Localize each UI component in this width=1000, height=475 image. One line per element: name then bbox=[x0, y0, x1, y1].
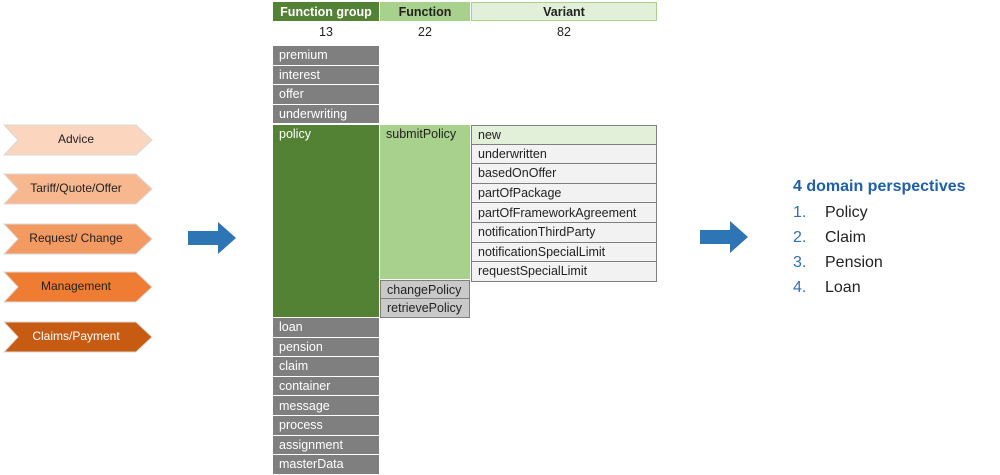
stage-label: Claims/Payment bbox=[32, 329, 120, 343]
perspective-label: Policy bbox=[825, 204, 868, 221]
perspective-number: 1. bbox=[793, 204, 807, 221]
function-group-label: policy bbox=[279, 127, 311, 141]
perspective-number: 3. bbox=[793, 254, 807, 271]
stage-label: Request/ Change bbox=[29, 231, 123, 245]
header-variant: Variant bbox=[471, 2, 657, 21]
perspective-item: 1. Policy bbox=[793, 200, 966, 225]
perspective-number: 2. bbox=[793, 229, 807, 246]
perspective-item: 3. Pension bbox=[793, 250, 966, 275]
function-label: submitPolicy bbox=[386, 127, 457, 141]
right-arrow-icon bbox=[700, 221, 748, 256]
variant-notificationthirdparty: notificationThirdParty bbox=[471, 223, 657, 243]
domain-perspectives: 4 domain perspectives 1. Policy 2. Claim 3. P… bbox=[793, 178, 966, 300]
stage-label: Advice bbox=[57, 132, 95, 146]
function-retrieve-policy: retrievePolicy bbox=[380, 299, 470, 318]
function-group-interest: interest bbox=[273, 65, 379, 86]
header-function: Function bbox=[380, 2, 470, 21]
header-function-group: Function group bbox=[273, 2, 379, 21]
function-group-assignment: assignment bbox=[273, 435, 379, 456]
function-group-claim: claim bbox=[273, 357, 379, 377]
function-group-pension: pension bbox=[273, 337, 379, 358]
stage-chevron: Tariff/Quote/Offer bbox=[2, 172, 154, 206]
perspective-item: 2. Claim bbox=[793, 225, 966, 250]
stage-chevron: Claims/Payment bbox=[2, 320, 154, 354]
perspectives-list: 1. Policy 2. Claim 3. Pension 4. Loan bbox=[793, 200, 966, 300]
variant-partofframeworkagreement: partOfFrameworkAgreement bbox=[471, 203, 657, 223]
function-group-offer: offer bbox=[273, 85, 379, 105]
variant-count: 82 bbox=[557, 25, 571, 39]
function-change-policy: changePolicy bbox=[380, 280, 470, 299]
right-arrow-icon bbox=[188, 222, 236, 257]
variant-underwritten: underwritten bbox=[471, 144, 657, 165]
variant-notificationspeciallimit: notificationSpecialLimit bbox=[471, 242, 657, 263]
stage-chevron: Management bbox=[2, 270, 154, 304]
function-group-premium: premium bbox=[273, 46, 379, 66]
stage-label: Tariff/Quote/Offer bbox=[30, 181, 122, 195]
stage-chevron: Advice bbox=[2, 123, 154, 157]
function-group-process: process bbox=[273, 416, 379, 436]
perspective-label: Loan bbox=[825, 279, 861, 296]
variant-basedonoffer: basedOnOffer bbox=[471, 164, 657, 184]
function-group-policy: policy bbox=[273, 125, 379, 317]
function-group-message: message bbox=[273, 396, 379, 416]
function-count: 22 bbox=[418, 25, 432, 39]
variant-new: new bbox=[471, 125, 657, 145]
function-group-loan: loan bbox=[273, 318, 379, 338]
variant-requestspeciallimit: requestSpecialLimit bbox=[471, 262, 657, 282]
perspective-number: 4. bbox=[793, 279, 807, 296]
function-group-underwriting: underwriting bbox=[273, 104, 379, 125]
stage-label: Management bbox=[40, 279, 112, 293]
function-group-masterdata: masterData bbox=[273, 455, 379, 475]
perspective-label: Pension bbox=[825, 254, 883, 271]
function-group-container: container bbox=[273, 376, 379, 397]
variant-partofpackage: partOfPackage bbox=[471, 183, 657, 204]
perspective-item: 4. Loan bbox=[793, 275, 966, 300]
function-submit-policy: submitPolicy bbox=[380, 125, 470, 279]
function-group-count: 13 bbox=[319, 25, 333, 39]
perspectives-title: 4 domain perspectives bbox=[793, 178, 966, 195]
stage-chevron: Request/ Change bbox=[2, 222, 154, 256]
perspective-label: Claim bbox=[825, 229, 866, 246]
